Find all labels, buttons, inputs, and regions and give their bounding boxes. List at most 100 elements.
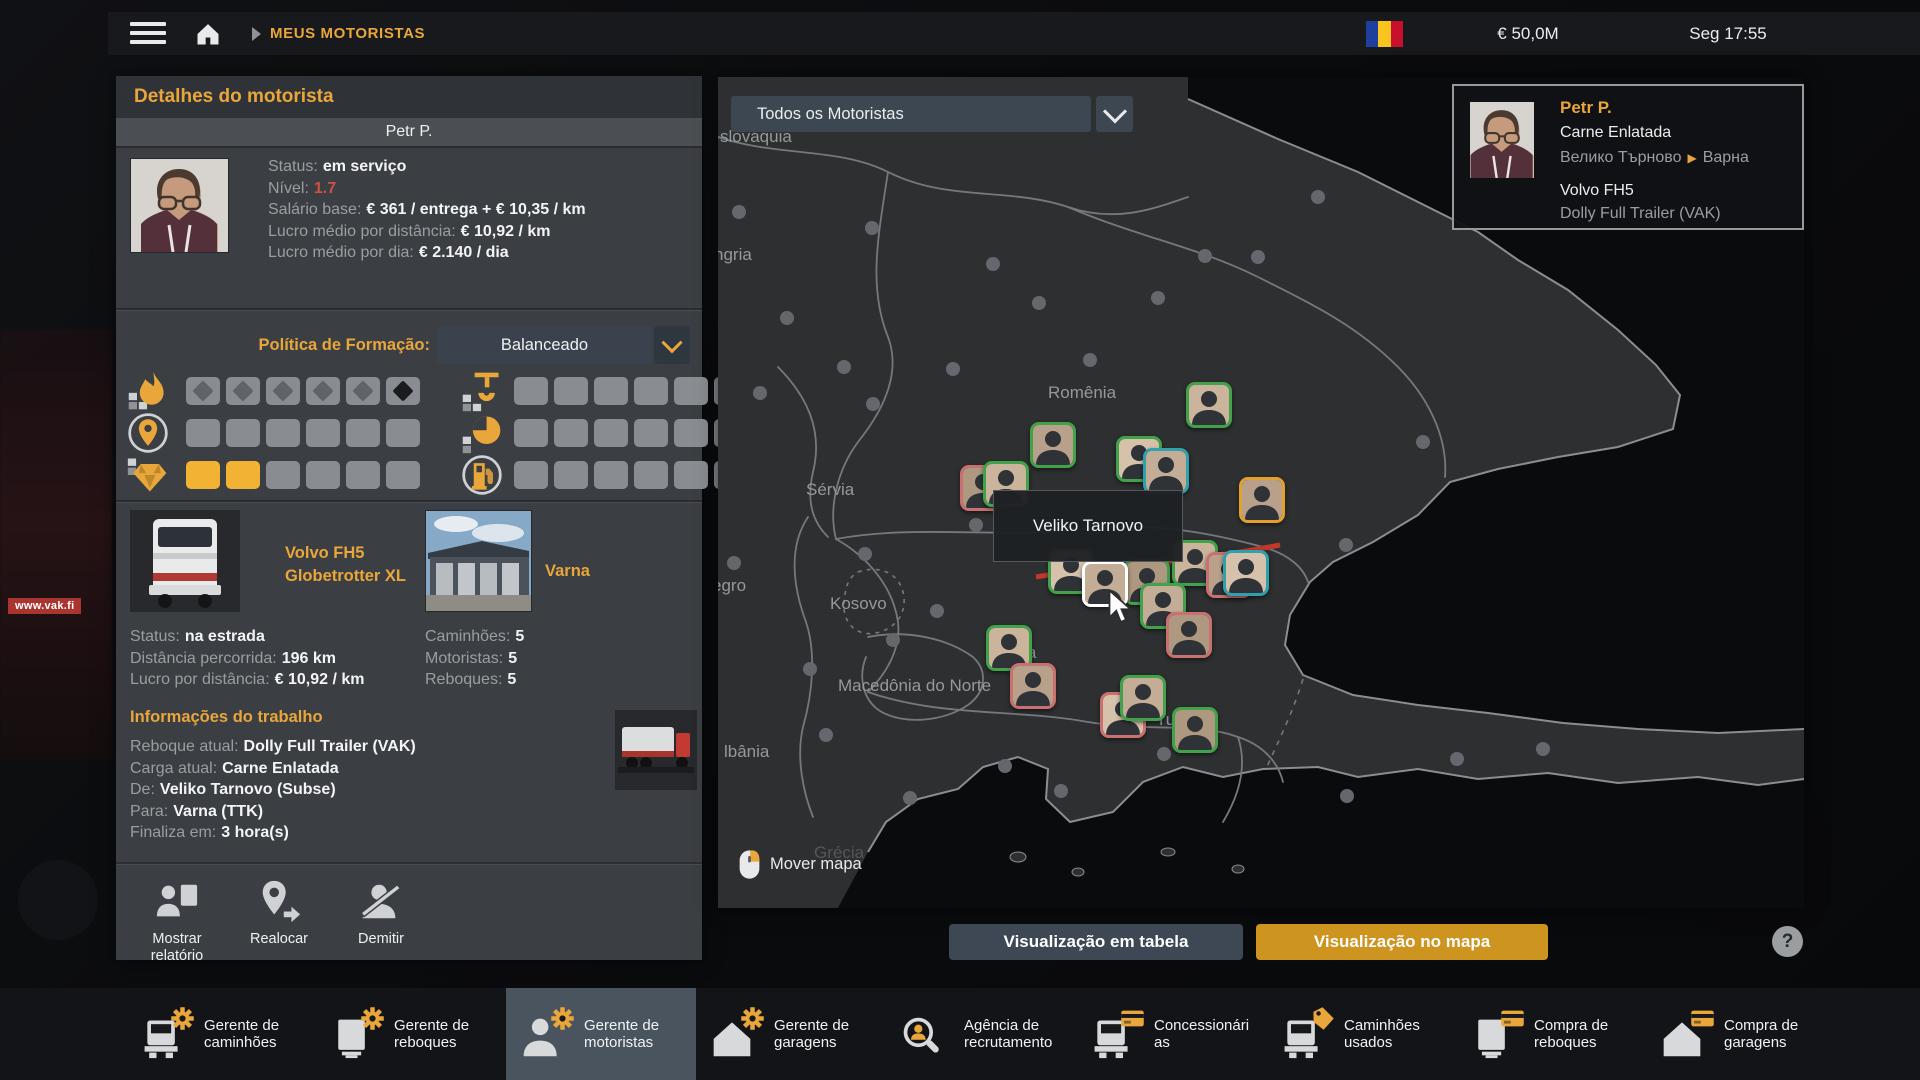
skill-slot[interactable] [386, 419, 420, 447]
money-balance: € 50,0M [1468, 12, 1588, 55]
driver-filter-dropdown[interactable]: Todos os Motoristas [731, 96, 1091, 132]
driver-marker[interactable] [1166, 612, 1212, 658]
skill-slot[interactable] [226, 377, 260, 405]
stat-value: 5 [507, 671, 516, 688]
menu-icon[interactable] [130, 22, 166, 46]
city-dot [969, 518, 983, 532]
skill-slot[interactable] [346, 419, 380, 447]
skill-slot[interactable] [634, 419, 668, 447]
map-view-button[interactable]: Visualização no mapa [1256, 924, 1548, 960]
skill-slot[interactable] [386, 377, 420, 405]
nav-item-label: Gerente de caminhões [204, 1017, 302, 1051]
selected-driver-card[interactable]: Petr P. Carne Enlatada Велико Търново▶Ва… [1452, 84, 1804, 230]
city-dot [886, 633, 900, 647]
skill-slot[interactable] [594, 461, 628, 489]
nav-item-trailer-manager[interactable]: Gerente de reboques [316, 988, 506, 1080]
game-time: Seg 17:55 [1678, 12, 1778, 55]
skill-slots [186, 377, 420, 405]
nav-item-garage-purchase[interactable]: Compra de garagens [1646, 988, 1836, 1080]
city-dot [1416, 435, 1430, 449]
nav-item-label: Concessionárias [1154, 1017, 1252, 1051]
skill-slot[interactable] [554, 419, 588, 447]
driver-marker-avatar [1123, 678, 1163, 718]
skill-slot[interactable] [386, 461, 420, 489]
skill-slot[interactable] [266, 419, 300, 447]
dismiss-icon [358, 878, 404, 924]
driver-marker[interactable] [1120, 675, 1166, 721]
driver-filter-dropdown-chevron[interactable] [1096, 96, 1133, 132]
show-report-button[interactable]: Mostrar relatório [130, 874, 224, 969]
driver-marker-avatar [989, 628, 1029, 668]
skill-slot[interactable] [186, 377, 220, 405]
skill-slot[interactable] [306, 377, 340, 405]
recruitment-agency-icon [900, 1007, 954, 1061]
driver-marker[interactable] [1143, 448, 1189, 494]
driver-marker-avatar [1242, 480, 1282, 520]
driver-marker[interactable] [1239, 477, 1285, 523]
city-dot [1536, 742, 1550, 756]
city-dot [1340, 789, 1354, 803]
driver-actions: Mostrar relatórioRealocarDemitir [116, 874, 428, 969]
nav-item-garage-manager[interactable]: Gerente de garagens [696, 988, 886, 1080]
nav-item-used-trucks[interactable]: Caminhões usados [1266, 988, 1456, 1080]
driver-marker[interactable] [1223, 550, 1269, 596]
dismiss-button[interactable]: Demitir [334, 874, 428, 969]
skill-slot[interactable] [186, 461, 220, 489]
skill-slot[interactable] [306, 461, 340, 489]
skill-slots [514, 377, 748, 405]
training-policy-dropdown[interactable]: Balanceado [437, 326, 652, 364]
adr-diamond-icon [352, 380, 373, 401]
skill-slot[interactable] [554, 461, 588, 489]
skill-slot[interactable] [594, 419, 628, 447]
driver-marker[interactable] [1186, 382, 1232, 428]
driver-marker-avatar [1169, 615, 1209, 655]
driver-details-panel: Detalhes do motorista Petr P. Status:em … [116, 76, 702, 960]
nav-item-driver-manager[interactable]: Gerente de motoristas [506, 988, 696, 1080]
training-policy-dropdown-chevron[interactable] [654, 326, 690, 364]
skill-slot[interactable] [346, 377, 380, 405]
skill-slot[interactable] [186, 419, 220, 447]
skill-slot[interactable] [514, 377, 548, 405]
nav-item-dealerships[interactable]: Concessionárias [1076, 988, 1266, 1080]
stat-value: Veliko Tarnovo (Subse) [160, 781, 336, 798]
skill-slot[interactable] [674, 377, 708, 405]
panel-header: Detalhes do motorista [116, 76, 702, 119]
gear-icon [169, 1005, 196, 1032]
skill-slot[interactable] [554, 377, 588, 405]
vak-watermark: www.vak.fi [8, 598, 81, 614]
driver-marker[interactable] [1172, 707, 1218, 753]
stat-label: De: [130, 781, 155, 798]
trailer-manager-icon [330, 1007, 384, 1061]
stat-value: 5 [508, 650, 517, 667]
skill-slot[interactable] [514, 461, 548, 489]
stat-line: Status:em serviço [268, 156, 692, 178]
stat-label: Lucro por distância: [130, 671, 270, 688]
stat-label: Status: [268, 158, 318, 175]
nav-item-trailer-purchase[interactable]: Compra de reboques [1456, 988, 1646, 1080]
skill-slot[interactable] [266, 461, 300, 489]
skill-slot[interactable] [514, 419, 548, 447]
skill-slot[interactable] [226, 461, 260, 489]
skill-slot[interactable] [226, 419, 260, 447]
skill-slot[interactable] [634, 377, 668, 405]
stat-value: € 2.140 / dia [419, 244, 509, 261]
table-view-button[interactable]: Visualização em tabela [949, 924, 1243, 960]
nav-item-recruitment-agency[interactable]: Agência de recrutamento [886, 988, 1076, 1080]
skill-slot[interactable] [674, 461, 708, 489]
nav-item-truck-manager[interactable]: Gerente de caminhões [126, 988, 316, 1080]
skill-slot[interactable] [634, 461, 668, 489]
nav-item-label: Gerente de motoristas [584, 1017, 682, 1051]
stat-line: Finaliza em:3 hora(s) [130, 822, 416, 844]
driver-marker[interactable] [1010, 663, 1056, 709]
driver-marker[interactable] [1030, 422, 1076, 468]
skill-slot[interactable] [266, 377, 300, 405]
skill-slot[interactable] [306, 419, 340, 447]
relocate-button[interactable]: Realocar [232, 874, 326, 969]
bottom-nav: Gerente de caminhões Gerente de reboques G… [0, 988, 1920, 1080]
skill-slot[interactable] [674, 419, 708, 447]
help-button[interactable]: ? [1772, 926, 1803, 957]
home-icon[interactable] [194, 20, 222, 48]
skill-slot[interactable] [594, 377, 628, 405]
skill-slot[interactable] [346, 461, 380, 489]
driver-stats: Status:em serviçoNível:1.7Salário base:€… [268, 156, 692, 264]
